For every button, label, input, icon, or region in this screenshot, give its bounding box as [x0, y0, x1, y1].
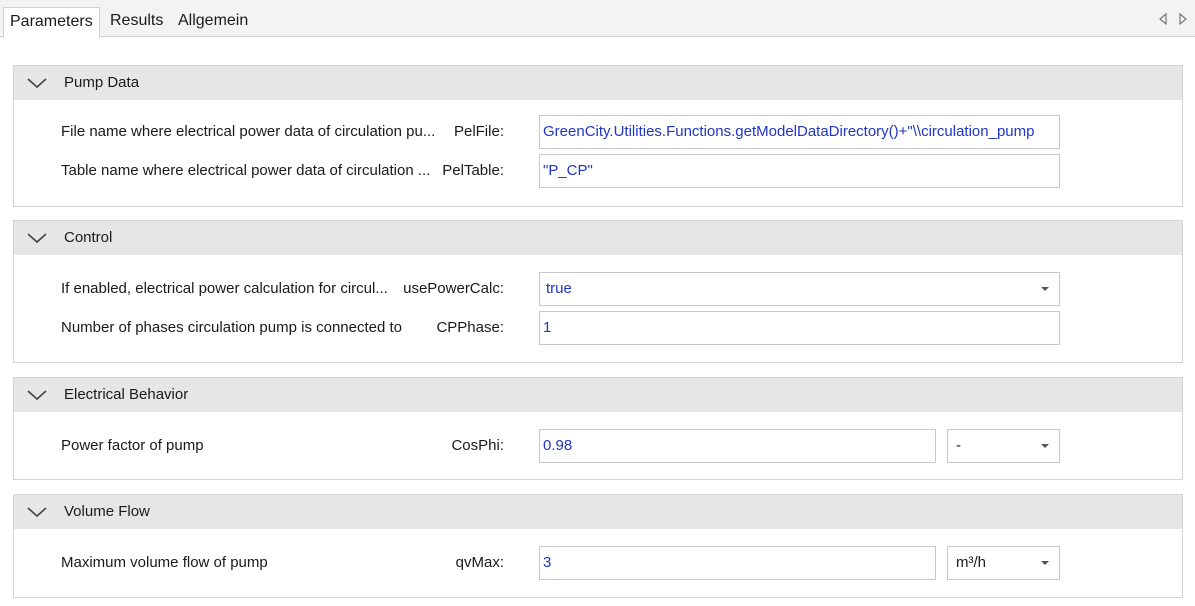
tab-bar: Parameters Results Allgemein — [0, 0, 1195, 38]
param-row-qvmax: Maximum volume flow of pump qvMax: 3 m³/… — [14, 546, 1182, 580]
param-row-cpphase: Number of phases circulation pump is con… — [14, 311, 1182, 345]
param-description: Maximum volume flow of pump — [61, 554, 268, 571]
param-row-pelfile: File name where electrical power data of… — [14, 115, 1182, 149]
param-description: Power factor of pump — [61, 437, 204, 454]
group-title: Electrical Behavior — [64, 386, 189, 403]
param-name: PelTable: — [442, 162, 504, 179]
unit-select[interactable]: m³/h — [947, 546, 1060, 580]
group-header-volume-flow[interactable]: Volume Flow — [14, 495, 1182, 529]
group-title: Volume Flow — [64, 503, 150, 520]
tab-allgemein[interactable]: Allgemein — [172, 7, 254, 37]
select-value: true — [546, 280, 572, 297]
group-header-control[interactable]: Control — [14, 221, 1182, 255]
param-row-cosphi: Power factor of pump CosPhi: 0.98 - — [14, 429, 1182, 463]
unit-select[interactable]: - — [947, 429, 1060, 463]
group-header-pump-data[interactable]: Pump Data — [14, 66, 1182, 100]
param-description: File name where electrical power data of… — [61, 123, 436, 140]
group-control: Control If enabled, electrical power cal… — [13, 220, 1183, 363]
unit-value: - — [956, 437, 961, 454]
pelfile-input[interactable]: GreenCity.Utilities.Functions.getModelDa… — [539, 115, 1060, 149]
param-description: Table name where electrical power data o… — [61, 162, 431, 179]
group-header-electrical-behavior[interactable]: Electrical Behavior — [14, 378, 1182, 412]
chevron-down-icon — [1041, 287, 1049, 291]
group-title: Pump Data — [64, 74, 140, 91]
param-name: PelFile: — [453, 123, 504, 140]
chevron-down-icon — [1041, 444, 1049, 448]
cpphase-input[interactable]: 1 — [539, 311, 1060, 345]
param-name: usePowerCalc: — [403, 280, 504, 297]
group-volume-flow: Volume Flow Maximum volume flow of pump … — [13, 494, 1183, 598]
chevron-down-icon[interactable] — [26, 387, 48, 403]
group-pump-data: Pump Data File name where electrical pow… — [13, 65, 1183, 207]
chevron-down-icon[interactable] — [26, 504, 48, 520]
unit-value: m³/h — [956, 554, 986, 571]
qvmax-input[interactable]: 3 — [539, 546, 936, 580]
param-description: Number of phases circulation pump is con… — [61, 319, 403, 336]
triangle-left-icon[interactable] — [1157, 12, 1169, 26]
tab-parameters[interactable]: Parameters — [3, 7, 100, 38]
param-description: If enabled, electrical power calculation… — [61, 280, 388, 297]
cosphi-input[interactable]: 0.98 — [539, 429, 936, 463]
param-name: CosPhi: — [451, 437, 504, 454]
param-name: CPPhase: — [436, 319, 504, 336]
tab-results[interactable]: Results — [104, 7, 169, 37]
param-row-peltable: Table name where electrical power data o… — [14, 154, 1182, 188]
param-row-usepowercalc: If enabled, electrical power calculation… — [14, 272, 1182, 306]
usepowercalc-select[interactable]: true — [539, 272, 1060, 306]
chevron-down-icon[interactable] — [26, 230, 48, 246]
param-name: qvMax: — [455, 554, 504, 571]
chevron-down-icon — [1041, 561, 1049, 565]
peltable-input[interactable]: "P_CP" — [539, 154, 1060, 188]
chevron-down-icon[interactable] — [26, 75, 48, 91]
triangle-right-icon[interactable] — [1177, 12, 1189, 26]
group-electrical-behavior: Electrical Behavior Power factor of pump… — [13, 377, 1183, 480]
group-title: Control — [64, 229, 113, 246]
